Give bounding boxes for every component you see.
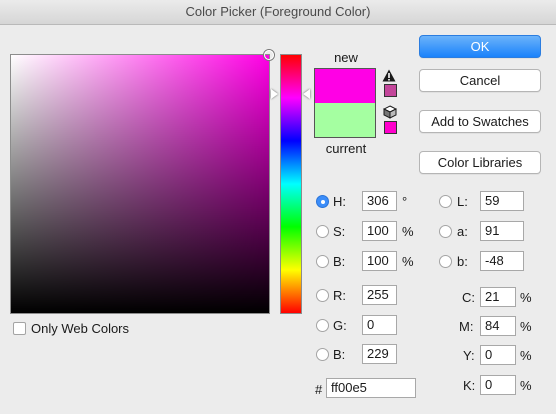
- hex-label: #: [315, 382, 323, 397]
- hue-label: H:: [333, 194, 346, 209]
- brightness-unit: %: [402, 254, 414, 269]
- green-radio[interactable]: [316, 319, 329, 332]
- current-color-swatch[interactable]: [315, 103, 375, 137]
- cyan-label: C:: [462, 290, 475, 305]
- saturation-radio[interactable]: [316, 225, 329, 238]
- brightness-radio[interactable]: [316, 255, 329, 268]
- current-color-label: current: [325, 141, 367, 156]
- magenta-label: M:: [459, 319, 474, 334]
- new-color-label: new: [334, 50, 358, 65]
- color-field-marker[interactable]: [264, 50, 274, 60]
- blue-radio[interactable]: [316, 348, 329, 361]
- green-field[interactable]: 0: [362, 315, 397, 335]
- brightness-field[interactable]: 100: [362, 251, 397, 271]
- web-safe-cube-icon[interactable]: [383, 105, 397, 119]
- red-radio[interactable]: [316, 289, 329, 302]
- cyan-field[interactable]: 21: [480, 287, 516, 307]
- blue-label: B:: [333, 347, 346, 362]
- hue-unit: °: [402, 194, 408, 209]
- saturation-field[interactable]: 100: [362, 221, 397, 241]
- gamut-correction-swatch[interactable]: [384, 84, 397, 97]
- lightness-field[interactable]: 59: [480, 191, 524, 211]
- yellow-label: Y:: [463, 348, 475, 363]
- only-web-colors-checkbox[interactable]: [13, 322, 26, 335]
- cancel-button[interactable]: Cancel: [419, 69, 541, 92]
- blue-field[interactable]: 229: [362, 344, 397, 364]
- hue-slider-left-arrow[interactable]: [271, 89, 278, 99]
- lab-b-field[interactable]: -48: [480, 251, 524, 271]
- red-label: R:: [333, 288, 346, 303]
- black-label: K:: [463, 378, 476, 393]
- only-web-colors-label: Only Web Colors: [31, 321, 130, 336]
- yellow-field[interactable]: 0: [480, 345, 516, 365]
- saturation-label: S:: [333, 224, 346, 239]
- add-to-swatches-button[interactable]: Add to Swatches: [419, 110, 541, 133]
- ok-button[interactable]: OK: [419, 35, 541, 58]
- lab-b-radio[interactable]: [439, 255, 452, 268]
- color-preview: [314, 68, 376, 138]
- new-color-swatch: [315, 69, 375, 103]
- red-field[interactable]: 255: [362, 285, 397, 305]
- brightness-label: B:: [333, 254, 346, 269]
- black-field[interactable]: 0: [480, 375, 516, 395]
- magenta-unit: %: [520, 319, 532, 334]
- green-label: G:: [333, 318, 347, 333]
- black-unit: %: [520, 378, 532, 393]
- lab-a-radio[interactable]: [439, 225, 452, 238]
- hex-field[interactable]: ff00e5: [326, 378, 416, 398]
- lab-a-label: a:: [457, 224, 468, 239]
- out-of-gamut-warning-icon[interactable]: [382, 69, 396, 82]
- web-safe-swatch[interactable]: [384, 121, 397, 134]
- hue-radio[interactable]: [316, 195, 329, 208]
- hue-slider[interactable]: [280, 54, 302, 314]
- color-field[interactable]: [10, 50, 274, 314]
- window-title: Color Picker (Foreground Color): [185, 4, 371, 19]
- color-libraries-button[interactable]: Color Libraries: [419, 151, 541, 174]
- color-field-black-gradient: [11, 55, 269, 313]
- saturation-unit: %: [402, 224, 414, 239]
- magenta-field[interactable]: 84: [480, 316, 516, 336]
- hue-field[interactable]: 306: [362, 191, 397, 211]
- lab-b-label: b:: [457, 254, 468, 269]
- yellow-unit: %: [520, 348, 532, 363]
- hue-slider-right-arrow[interactable]: [303, 89, 310, 99]
- lightness-radio[interactable]: [439, 195, 452, 208]
- window-titlebar[interactable]: Color Picker (Foreground Color): [0, 0, 556, 25]
- lab-a-field[interactable]: 91: [480, 221, 524, 241]
- cyan-unit: %: [520, 290, 532, 305]
- lightness-label: L:: [457, 194, 468, 209]
